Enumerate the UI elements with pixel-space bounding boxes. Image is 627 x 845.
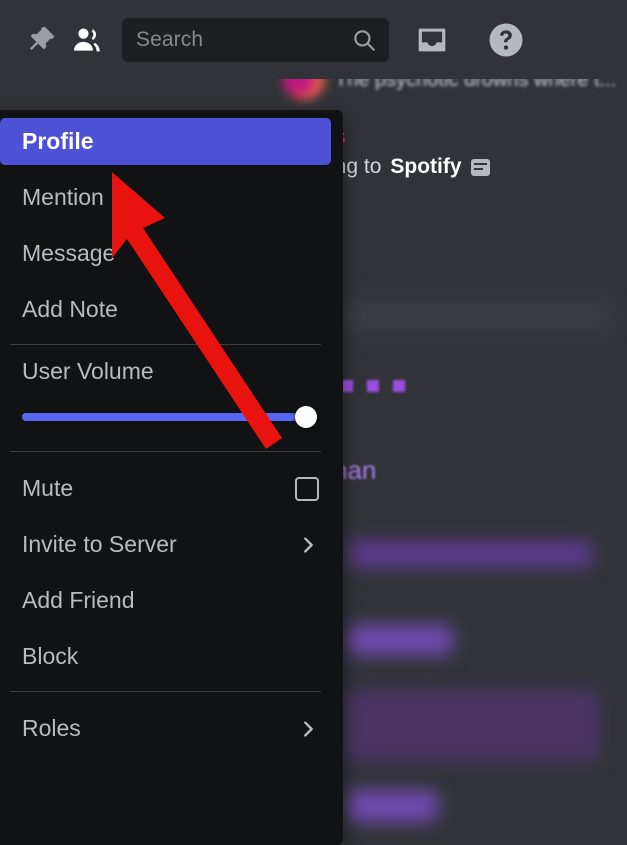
search-icon: [351, 27, 377, 53]
user-activity-status: ing to Spotify: [330, 155, 490, 179]
message-preview-row: The psychotic drowns where t...: [283, 58, 616, 100]
menu-divider: [10, 344, 321, 345]
menu-item-invite-to-server[interactable]: Invite to Server: [0, 521, 331, 568]
blurred-text-block: [348, 540, 593, 568]
menu-item-label: Block: [22, 643, 79, 669]
activity-app-name: Spotify: [390, 155, 462, 178]
menu-item-mention[interactable]: Mention: [0, 174, 331, 221]
menu-item-label: Message: [22, 240, 116, 266]
menu-item-add-friend[interactable]: Add Friend: [0, 577, 331, 624]
menu-divider: [10, 451, 321, 452]
spotify-status-icon: [470, 158, 490, 176]
slider-fill: [22, 413, 295, 421]
menu-item-add-note[interactable]: Add Note: [0, 286, 331, 333]
chevron-right-icon: [297, 718, 319, 740]
menu-item-label: Add Friend: [22, 587, 135, 613]
blurred-text-block: [348, 625, 453, 655]
search-input[interactable]: Search: [122, 17, 389, 62]
members-icon[interactable]: [64, 17, 110, 63]
menu-item-block[interactable]: Block: [0, 633, 331, 680]
menu-item-profile[interactable]: Profile: [0, 118, 331, 165]
discord-app-window: The psychotic drowns where t... s ing to…: [0, 0, 627, 845]
menu-item-label: Invite to Server: [22, 531, 177, 557]
user-context-menu: Profile Mention Message Add Note User Vo…: [0, 110, 343, 845]
menu-item-label: Profile: [22, 128, 94, 154]
menu-item-roles[interactable]: Roles: [0, 705, 331, 752]
mute-checkbox[interactable]: [295, 476, 319, 501]
menu-item-message[interactable]: Message: [0, 230, 331, 277]
slider-thumb[interactable]: [295, 406, 317, 428]
user-volume-label: User Volume: [22, 358, 154, 384]
blurred-panel: [345, 300, 610, 332]
inbox-icon[interactable]: [409, 17, 455, 63]
pin-icon[interactable]: [18, 17, 64, 63]
menu-divider: [10, 691, 321, 692]
menu-item-label: Mention: [22, 184, 104, 210]
help-icon[interactable]: [483, 17, 529, 63]
menu-item-label: Roles: [22, 715, 81, 741]
chevron-right-icon: [297, 534, 319, 556]
blurred-emoji-row: [341, 380, 405, 392]
blurred-text-block: [348, 790, 438, 822]
menu-item-label: Mute: [22, 475, 74, 501]
channel-toolbar: Search: [0, 0, 627, 79]
menu-item-mute[interactable]: Mute: [0, 465, 331, 512]
user-volume-slider[interactable]: [22, 406, 317, 428]
search-placeholder: Search: [136, 27, 204, 51]
toolbar-right-group: [409, 17, 529, 63]
menu-item-label: Add Note: [22, 296, 118, 322]
blurred-text-block: [345, 690, 600, 762]
